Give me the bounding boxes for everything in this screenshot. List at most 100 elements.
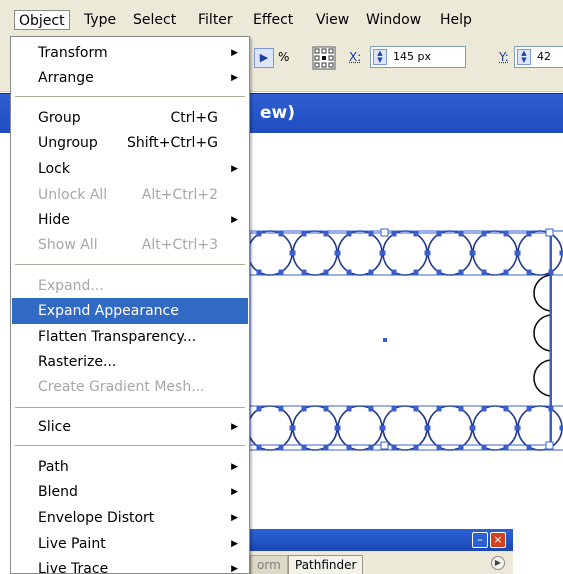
menu-item-blend[interactable]: Blend ▶	[12, 479, 248, 505]
bounding-handle	[380, 441, 389, 450]
menu-window[interactable]: Window	[362, 10, 425, 30]
anchor-point	[559, 250, 563, 256]
submenu-arrow-icon: ▶	[231, 215, 238, 225]
scallop-circle-top	[517, 230, 563, 276]
scallop-circle-top	[472, 230, 518, 276]
menu-item-group[interactable]: Group Ctrl+G	[12, 105, 248, 131]
menu-item-rasterize[interactable]: Rasterize...	[12, 349, 248, 375]
submenu-arrow-icon: ▶	[231, 164, 238, 174]
menu-item-slice[interactable]: Slice ▶	[12, 414, 248, 440]
menu-separator	[15, 96, 245, 97]
scallop-circle-top	[382, 230, 428, 276]
scallop-circle-top	[292, 230, 338, 276]
anchor-point	[458, 269, 464, 275]
menu-select[interactable]: Select	[129, 10, 180, 30]
tab-pathfinder[interactable]: Pathfinder	[288, 555, 364, 574]
anchor-point	[503, 406, 509, 412]
menu-object[interactable]: Object	[14, 10, 70, 30]
menu-help[interactable]: Help	[436, 10, 476, 30]
anchor-point	[425, 425, 431, 431]
menu-item-live-paint[interactable]: Live Paint ▶	[12, 531, 248, 557]
menu-item-path[interactable]: Path ▶	[12, 454, 248, 480]
anchor-point	[368, 269, 374, 275]
anchor-point	[526, 406, 532, 412]
menu-effect[interactable]: Effect	[249, 10, 297, 30]
anchor-point	[346, 269, 352, 275]
scallop-circle-bottom	[337, 405, 383, 451]
y-field[interactable]: ▲ ▼ 42	[514, 46, 563, 68]
submenu-arrow-icon: ▶	[231, 422, 238, 432]
anchor-point	[436, 231, 442, 237]
anchor-point	[335, 250, 341, 256]
anchor-point	[368, 231, 374, 237]
tab-transform[interactable]: orm	[250, 555, 288, 574]
y-label[interactable]: Y:	[499, 50, 509, 64]
reference-point-icon[interactable]	[312, 46, 336, 70]
menu-item-unlock-all[interactable]: Unlock All Alt+Ctrl+2	[12, 182, 248, 208]
menu-item-transform[interactable]: Transform ▶	[12, 40, 248, 66]
menu-item-arrange[interactable]: Arrange ▶	[12, 65, 248, 91]
anchor-point	[278, 269, 284, 275]
anchor-point	[380, 250, 386, 256]
opacity-arrow-button[interactable]: ▶	[254, 48, 274, 68]
close-icon[interactable]: ×	[490, 532, 506, 548]
scallop-circle-bottom	[382, 405, 428, 451]
anchor-point	[559, 425, 563, 431]
submenu-arrow-icon: ▶	[231, 513, 238, 523]
anchor-point	[481, 231, 487, 237]
anchor-point	[481, 269, 487, 275]
bounding-handle	[380, 228, 389, 237]
menu-item-expand-appearance[interactable]: Expand Appearance	[12, 298, 248, 324]
submenu-arrow-icon: ▶	[231, 48, 238, 58]
menu-item-hide[interactable]: Hide ▶	[12, 207, 248, 233]
bounding-handle	[545, 228, 554, 237]
x-spinner-icon[interactable]: ▲ ▼	[373, 49, 387, 65]
scallop-circle-bottom	[472, 405, 518, 451]
anchor-point	[256, 269, 262, 275]
menu-type[interactable]: Type	[80, 10, 120, 30]
scallop-circle-bottom	[517, 405, 563, 451]
menu-item-ungroup[interactable]: Ungroup Shift+Ctrl+G	[12, 130, 248, 156]
x-field[interactable]: ▲ ▼ 145 px	[370, 46, 466, 68]
anchor-point	[391, 269, 397, 275]
object-menu: Transform ▶ Arrange ▶ Group Ctrl+G Ungro…	[10, 36, 250, 574]
menu-filter[interactable]: Filter	[194, 10, 237, 30]
document-title: ew)	[260, 103, 296, 123]
anchor-point	[413, 269, 419, 275]
menu-item-envelope-distort[interactable]: Envelope Distort ▶	[12, 505, 248, 531]
anchor-point	[323, 269, 329, 275]
anchor-point	[301, 231, 307, 237]
anchor-point	[278, 231, 284, 237]
menu-view[interactable]: View	[312, 10, 353, 30]
menu-separator	[15, 445, 245, 446]
submenu-arrow-icon: ▶	[231, 487, 238, 497]
scallop-circle-top	[427, 230, 473, 276]
anchor-point	[526, 269, 532, 275]
x-label[interactable]: X:	[349, 50, 361, 64]
pathfinder-panel: – × orm Pathfinder ▶	[250, 529, 513, 574]
anchor-point	[470, 425, 476, 431]
bounding-box	[249, 232, 551, 446]
anchor-point	[256, 406, 262, 412]
panel-menu-icon[interactable]: ▶	[491, 556, 505, 570]
anchor-point	[301, 406, 307, 412]
menu-item-create-gradient-mesh[interactable]: Create Gradient Mesh...	[12, 374, 248, 400]
anchor-point	[515, 250, 521, 256]
panel-titlebar[interactable]: – ×	[250, 529, 513, 551]
anchor-point	[301, 269, 307, 275]
y-value: 42	[537, 50, 551, 63]
y-spinner-icon[interactable]: ▲ ▼	[517, 49, 531, 65]
scallop-circle-top	[247, 230, 293, 276]
anchor-point	[503, 231, 509, 237]
menu-item-live-trace[interactable]: Live Trace ▶	[12, 556, 248, 574]
menu-item-lock[interactable]: Lock ▶	[12, 156, 248, 182]
menu-item-flatten-transparency[interactable]: Flatten Transparency...	[12, 324, 248, 350]
anchor-point	[413, 406, 419, 412]
menu-item-expand[interactable]: Expand...	[12, 273, 248, 299]
anchor-point	[290, 250, 296, 256]
menu-item-show-all[interactable]: Show All Alt+Ctrl+3	[12, 232, 248, 258]
center-point	[383, 338, 387, 342]
minimize-icon[interactable]: –	[472, 532, 488, 548]
anchor-point	[526, 231, 532, 237]
submenu-arrow-icon: ▶	[231, 462, 238, 472]
